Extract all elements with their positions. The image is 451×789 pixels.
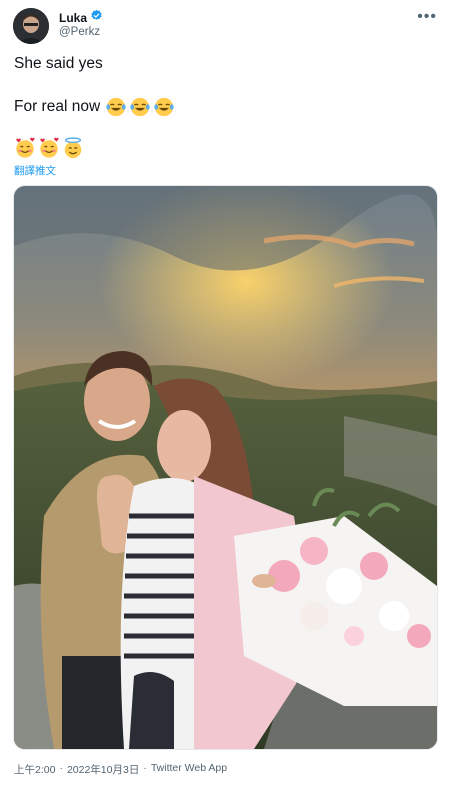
tweet-metadata: 上午2:00 · 2022年10月3日 · Twitter Web App [14, 762, 227, 777]
translate-tweet-link[interactable]: 翻譯推文 [14, 163, 56, 178]
tweet-source-app[interactable]: Twitter Web App [151, 762, 227, 777]
tweet-date[interactable]: 2022年10月3日 [67, 762, 139, 777]
more-options-icon[interactable]: ••• [417, 8, 437, 26]
face-with-tears-of-joy-icon [154, 97, 174, 117]
face-with-tears-of-joy-icon [106, 97, 126, 117]
separator: · [59, 762, 63, 774]
smiling-face-with-hearts-icon [40, 137, 59, 158]
tweet: Luka @Perkz ••• She said yes For real no… [0, 0, 451, 789]
verified-badge-icon [90, 9, 103, 27]
tweet-time[interactable]: 上午2:00 [14, 762, 55, 777]
author-handle[interactable]: @Perkz [59, 26, 100, 38]
author-name-row[interactable]: Luka [59, 9, 103, 27]
tweet-text: She said yes [14, 55, 103, 72]
tweet-text-line-2: For real now [14, 96, 175, 118]
author-name[interactable]: Luka [59, 11, 87, 25]
smiling-face-with-hearts-icon [16, 137, 35, 158]
engagement-photo-image [14, 186, 437, 749]
face-with-tears-of-joy-icon [130, 97, 150, 117]
tweet-text-line-1: She said yes [14, 55, 103, 73]
tweet-photo[interactable] [13, 185, 438, 750]
tweet-text: For real now [14, 98, 101, 115]
separator: · [143, 762, 147, 774]
avatar[interactable] [13, 8, 49, 44]
tweet-emoji-line [14, 137, 84, 159]
smiling-face-with-halo-icon [64, 137, 82, 159]
